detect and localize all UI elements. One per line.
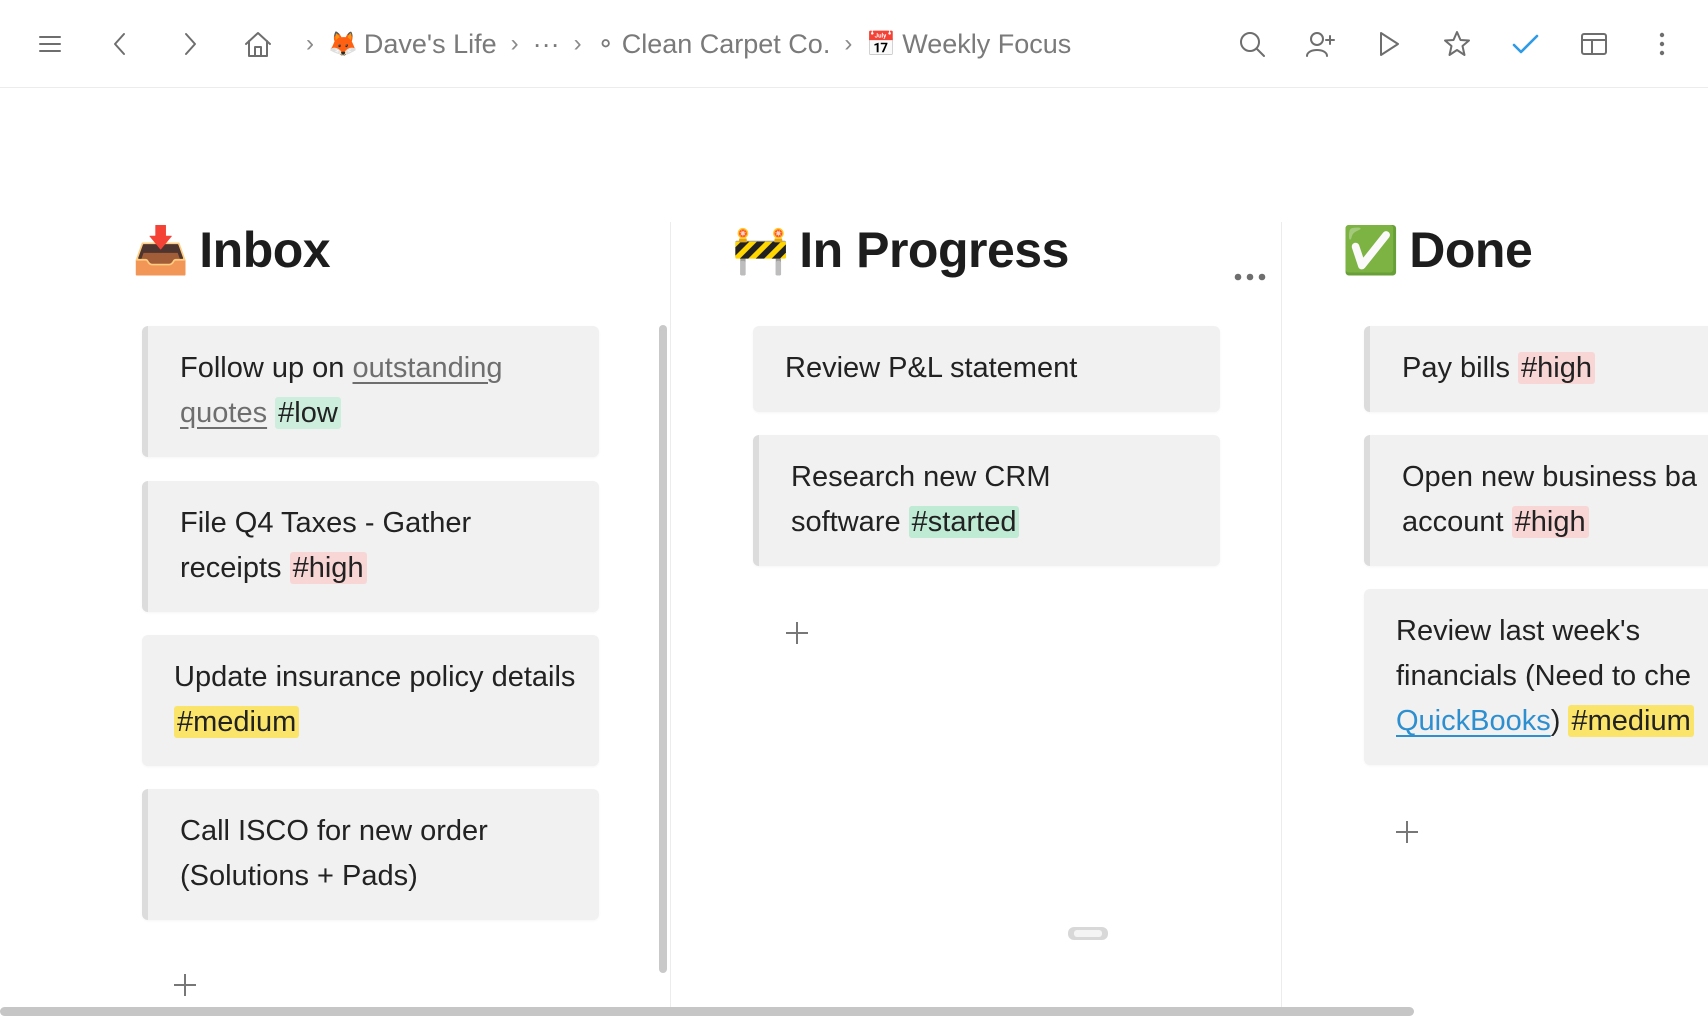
menu-icon[interactable] [28,22,72,66]
breadcrumb-label: Clean Carpet Co. [621,28,831,59]
layout-icon[interactable] [1572,22,1616,66]
search-icon[interactable] [1230,22,1274,66]
card-text-segment: account [1402,506,1512,538]
drag-cursor-icon [1066,924,1112,944]
breadcrumb-weekly-focus[interactable]: 📅 Weekly Focus [866,29,1071,60]
breadcrumb-separator: › [573,30,582,57]
add-user-icon[interactable] [1298,22,1342,66]
breadcrumb: › 🦊 Dave's Life › ··· › ⚬ Clean Carpet C… [298,24,1071,64]
column-in-progress: 🚧 In Progress [732,220,1069,280]
column-done: ✅ Done [1342,220,1533,280]
checkmark-box-icon: ✅ [1342,224,1400,276]
card-text-segment: Review P&L statement [785,352,1078,384]
calendar-icon: 📅 [866,30,897,58]
tag-started[interactable]: #started [908,506,1020,538]
breadcrumb-label: ··· [532,28,560,59]
card-text: Review P&L statement [785,346,1200,391]
column-inbox: 📥 Inbox [132,220,331,280]
quickbooks-link[interactable]: QuickBooks [1396,705,1551,737]
construction-icon: 🚧 [732,224,790,276]
star-icon[interactable] [1435,22,1479,66]
card-text-segment: Open new business ba [1402,461,1698,493]
card-pay-bills[interactable]: Pay bills #high [1364,326,1708,412]
horizontal-scrollbar[interactable] [0,1007,1414,1016]
card-text-segment: Call ISCO for new order (Solutions + Pad… [180,815,488,892]
breadcrumb-separator: › [844,30,853,57]
more-vertical-icon[interactable] [1640,22,1684,66]
home-icon[interactable] [236,22,280,66]
tag-low[interactable]: #low [275,397,341,429]
card-text-segment: financials (Need to che [1396,660,1691,692]
breadcrumb-separator: › [306,30,314,57]
card-text: File Q4 Taxes - Gather receipts #high [180,501,579,591]
card-review-financials[interactable]: Review last week's financials (Need to ch… [1364,589,1708,765]
breadcrumb-ellipsis[interactable]: ··· [533,29,560,60]
forward-arrow-icon[interactable] [168,22,212,66]
bubbles-icon: ⚬ [595,30,616,58]
inbox-tray-icon: 📥 [132,224,190,276]
card-text: Open new business ba account #high [1402,455,1697,545]
column-header: 📥 Inbox [132,220,331,280]
tag-medium[interactable]: #medium [1568,705,1694,737]
column-header: ✅ Done [1342,220,1533,280]
card-file-q4-taxes[interactable]: File Q4 Taxes - Gather receipts #high [142,481,599,612]
column-more-icon[interactable] [1230,262,1270,292]
breadcrumb-clean-carpet[interactable]: ⚬ Clean Carpet Co. [596,29,831,60]
breadcrumb-separator: › [510,30,519,57]
vertical-scrollbar[interactable] [659,325,667,973]
add-card-plus-icon[interactable] [1392,817,1422,847]
card-follow-up-quotes[interactable]: Follow up on outstanding quotes #low [142,326,599,457]
card-text-segment: Update insurance policy details [174,661,576,693]
card-call-isco[interactable]: Call ISCO for new order (Solutions + Pad… [142,789,599,920]
column-divider [1281,222,1282,1012]
card-text-segment: Review last week's [1396,615,1641,647]
top-toolbar: › 🦊 Dave's Life › ··· › ⚬ Clean Carpet C… [0,0,1708,88]
card-text: Pay bills #high [1402,346,1704,391]
column-title: Done [1409,222,1533,278]
card-text-segment: Follow up on [180,352,353,384]
card-open-business-account[interactable]: Open new business ba account #high [1364,435,1708,566]
card-text: Update insurance policy details #medium [174,655,579,745]
column-title: Inbox [199,222,331,278]
card-text: Review last week's financials (Need to ch… [1396,609,1694,744]
card-text-segment: Pay bills [1402,352,1519,384]
breadcrumb-label: Dave's Life [363,28,497,59]
fox-icon: 🦊 [328,30,358,58]
play-icon[interactable] [1366,22,1410,66]
add-card-plus-icon[interactable] [170,970,200,1000]
card-text: Research new CRM software #started [791,455,1160,545]
breadcrumb-daves-life[interactable]: 🦊 Dave's Life [328,29,497,60]
add-card-plus-icon[interactable] [782,618,812,648]
card-text: Follow up on outstanding quotes #low [180,346,579,436]
card-review-pl[interactable]: Review P&L statement [753,326,1220,412]
check-icon[interactable] [1503,22,1547,66]
card-update-insurance[interactable]: Update insurance policy details #medium [142,635,599,766]
column-header: 🚧 In Progress [732,220,1069,280]
card-research-crm[interactable]: Research new CRM software #started [753,435,1220,566]
back-arrow-icon[interactable] [98,22,142,66]
breadcrumb-label: Weekly Focus [902,28,1072,59]
tag-high[interactable]: #high [1511,506,1589,538]
tag-high[interactable]: #high [289,552,367,584]
tag-medium[interactable]: #medium [174,706,300,738]
column-title: In Progress [799,222,1069,278]
column-divider [670,222,671,1012]
card-text: Call ISCO for new order (Solutions + Pad… [180,809,579,899]
card-text-segment [267,397,275,429]
card-text-segment: ) [1550,705,1569,737]
tag-high[interactable]: #high [1518,352,1596,384]
